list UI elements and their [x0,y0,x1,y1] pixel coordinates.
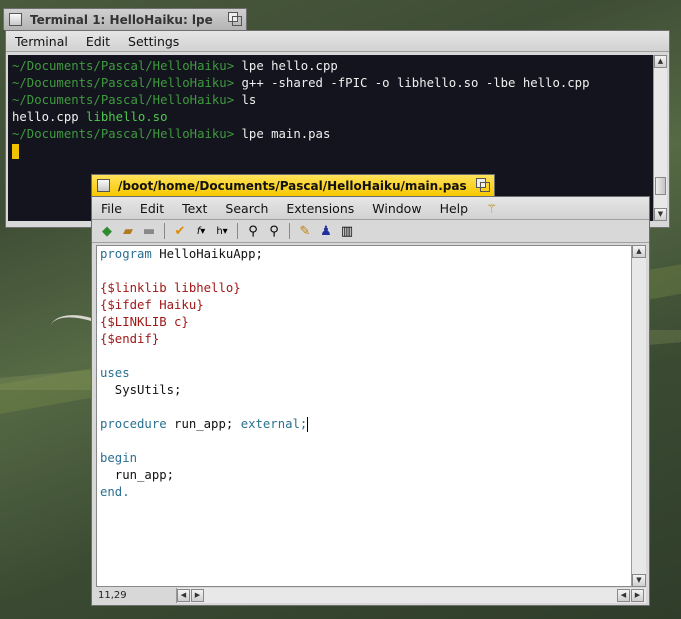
columns-icon[interactable]: ▥ [338,223,356,239]
scroll-right-icon[interactable]: ▶ [191,589,204,602]
zoom-icon[interactable] [476,178,490,192]
editor-vertical-scrollbar[interactable]: ▲ ▼ [631,245,646,587]
function-icon[interactable]: f▾ [192,223,210,239]
toolbar-divider [164,223,165,239]
code-line: {$endif} [100,332,160,346]
close-icon[interactable] [97,179,110,192]
terminal-menubar: Terminal Edit Settings [6,31,669,52]
menu-terminal[interactable]: Terminal [6,34,77,49]
menu-file[interactable]: File [92,201,131,216]
scroll-thumb[interactable] [655,177,666,195]
scroll-down-icon[interactable]: ▼ [632,574,646,587]
pencil-icon[interactable]: ✎ [296,223,314,239]
code-line: {$LINKLIB c} [100,315,189,329]
editor-title: /boot/home/Documents/Pascal/HelloHaiku/m… [118,178,467,193]
toolbar-divider [237,223,238,239]
editor-horizontal-scrollbar[interactable]: ◀ ▶ ◀ ▶ [177,588,646,603]
check-icon[interactable]: ✔ [171,223,189,239]
code-line: {$linklib libhello} [100,281,241,295]
person-icon[interactable]: ♟ [317,223,335,239]
menu-window[interactable]: Window [363,201,430,216]
terminal-title-tab[interactable]: Terminal 1: HelloHaiku: lpe [3,8,247,30]
editor-window: File Edit Text Search Extensions Window … [91,196,650,606]
code-line: SysUtils; [100,383,182,397]
find-icon[interactable]: ⚲ [244,223,262,239]
menu-edit[interactable]: Edit [77,34,119,49]
code-line: end. [100,485,130,499]
scroll-left-icon[interactable]: ◀ [617,589,630,602]
header-icon[interactable]: h▾ [213,223,231,239]
editor-title-tab[interactable]: /boot/home/Documents/Pascal/HelloHaiku/m… [91,174,495,196]
editor-toolbar: ◆ ▰ ▬ ✔ f▾ h▾ ⚲ ⚲ ✎ ♟ ▥ [92,220,649,243]
new-file-icon[interactable]: ◆ [98,223,116,239]
close-icon[interactable] [9,13,22,26]
terminal-scrollbar[interactable]: ▲ ▼ [653,55,667,221]
scroll-up-icon[interactable]: ▲ [654,55,667,68]
open-file-icon[interactable]: ▰ [119,223,137,239]
menu-search[interactable]: Search [216,201,277,216]
editor-menubar: File Edit Text Search Extensions Window … [92,197,649,220]
menu-text[interactable]: Text [173,201,216,216]
terminal-line: ~/Documents/Pascal/HelloHaiku> ls [12,93,257,107]
terminal-cursor [12,143,656,160]
code-line: program HelloHaikuApp; [100,247,263,261]
wand-icon[interactable]: ⚚ [477,201,506,216]
menu-help[interactable]: Help [431,201,478,216]
menu-extensions[interactable]: Extensions [277,201,363,216]
text-caret [307,417,309,432]
scroll-down-icon[interactable]: ▼ [654,208,667,221]
zoom-icon[interactable] [228,12,242,26]
terminal-line: ~/Documents/Pascal/HelloHaiku> lpe main.… [12,127,331,141]
scroll-up-icon[interactable]: ▲ [632,245,646,258]
terminal-line: ~/Documents/Pascal/HelloHaiku> g++ -shar… [12,76,590,90]
code-line: run_app; [100,468,175,482]
code-line: begin [100,451,138,465]
menu-edit[interactable]: Edit [131,201,173,216]
cursor-position: 11,29 [96,588,177,603]
find-next-icon[interactable]: ⚲ [265,223,283,239]
menu-settings[interactable]: Settings [119,34,188,49]
terminal-line: ~/Documents/Pascal/HelloHaiku> lpe hello… [12,59,338,73]
save-file-icon[interactable]: ▬ [140,223,158,239]
code-line: procedure run_app; external; [100,417,309,432]
code-line: {$ifdef Haiku} [100,298,204,312]
scroll-left-icon[interactable]: ◀ [177,589,190,602]
code-editor[interactable]: program HelloHaikuApp; {$linklib libhell… [96,245,632,587]
terminal-line: hello.cpp libhello.so [12,110,168,124]
terminal-title: Terminal 1: HelloHaiku: lpe [30,12,213,27]
toolbar-divider [289,223,290,239]
editor-status-bar: 11,29 ◀ ▶ ◀ ▶ [96,588,646,603]
scroll-right-icon[interactable]: ▶ [631,589,644,602]
code-line: uses [100,366,130,380]
